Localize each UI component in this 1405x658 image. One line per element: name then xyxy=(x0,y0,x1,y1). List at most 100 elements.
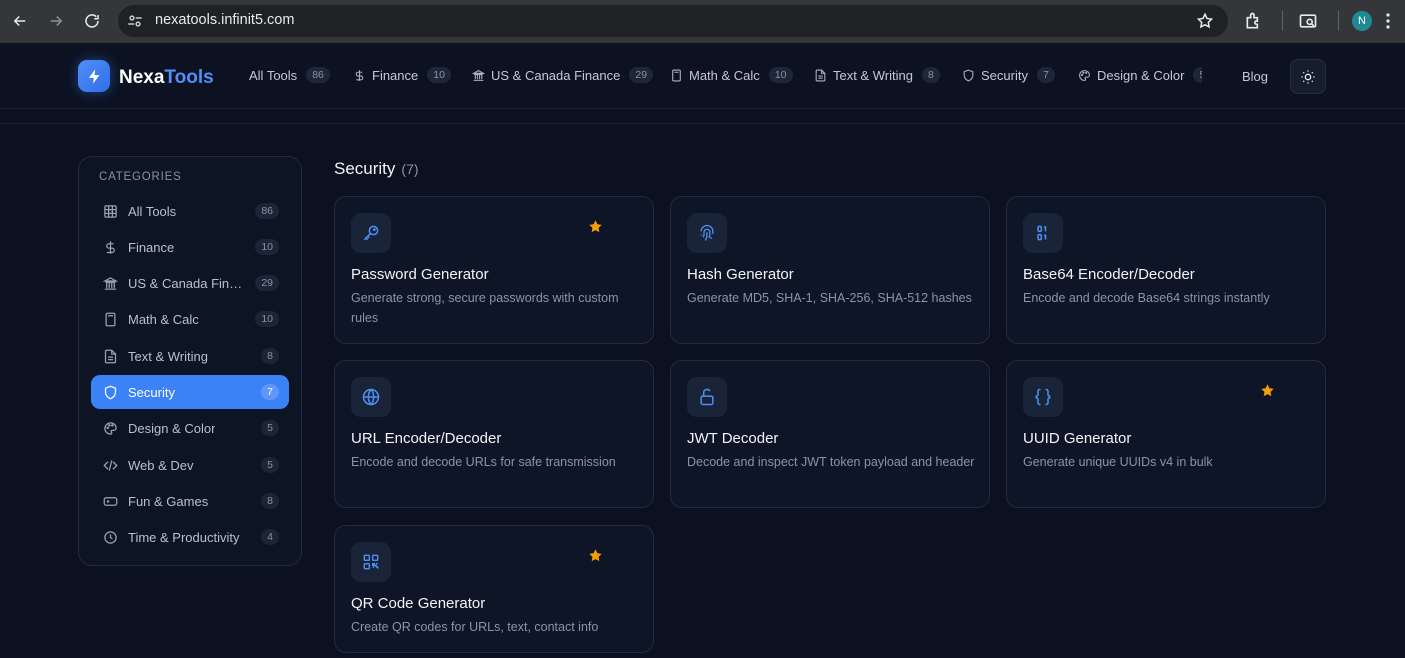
calculator-icon xyxy=(672,69,681,81)
sidebar-item-label: Security xyxy=(128,384,175,400)
sidebar-item-security[interactable]: Security 7 xyxy=(91,375,289,409)
brand-name[interactable]: NexaTools xyxy=(119,67,214,89)
tool-card-description: Generate strong, secure passwords with c… xyxy=(351,291,619,325)
bank-icon xyxy=(472,69,485,81)
sidebar-item-count: 4 xyxy=(261,529,279,545)
tool-card-uuid-generator[interactable]: UUID Generator Generate unique UUIDs v4 … xyxy=(1006,360,1326,508)
sidebar-item-us-canada-finance[interactable]: US & Canada Finan... 29 xyxy=(91,266,289,300)
clock-icon xyxy=(104,530,117,544)
profile-avatar[interactable]: N xyxy=(1352,11,1372,31)
sidebar-item-finance[interactable]: Finance 10 xyxy=(91,230,289,264)
tool-card-description: Encode and decode URLs for safe transmis… xyxy=(351,455,616,469)
back-arrow-icon[interactable] xyxy=(9,10,31,32)
sidebar-item-text-writing[interactable]: Text & Writing 8 xyxy=(91,339,289,373)
site-settings-icon[interactable] xyxy=(126,12,144,30)
globe-icon xyxy=(351,377,391,417)
tool-card-password-generator[interactable]: Password Generator Generate strong, secu… xyxy=(334,196,654,344)
topnav-count: 7 xyxy=(1036,67,1055,83)
topnav-math-calc[interactable]: Math & Calc 10 xyxy=(670,67,793,83)
tool-card-hash-generator[interactable]: Hash Generator Generate MD5, SHA-1, SHA-… xyxy=(670,196,990,344)
tool-card-description: Encode and decode Base64 strings instant… xyxy=(1023,291,1270,305)
topnav-us-canada-finance[interactable]: US & Canada Finance 29 xyxy=(472,67,654,83)
tool-card-title: Base64 Encoder/Decoder xyxy=(1023,266,1195,283)
topnav-design-color[interactable]: Design & Color 5 xyxy=(1078,67,1202,83)
topnav-label: All Tools xyxy=(249,67,298,83)
sidebar-item-count: 7 xyxy=(261,384,279,400)
sidebar-item-all-tools[interactable]: All Tools 86 xyxy=(91,194,289,228)
shield-icon xyxy=(104,385,117,399)
topnav-label: Finance xyxy=(372,67,419,83)
reload-icon[interactable] xyxy=(81,10,103,32)
favorite-star-icon[interactable] xyxy=(1260,383,1275,398)
document-icon xyxy=(815,69,826,81)
fingerprint-icon xyxy=(687,213,727,253)
sidebar-item-count: 10 xyxy=(255,311,279,327)
sidebar-title: CATEGORIES xyxy=(99,171,182,183)
url-text[interactable]: nexatools.infinit5.com xyxy=(155,12,294,28)
topnav-count: 10 xyxy=(427,67,451,83)
address-bar[interactable]: nexatools.infinit5.com xyxy=(118,5,1228,37)
blog-link[interactable]: Blog xyxy=(1242,69,1268,84)
favorite-star-icon[interactable] xyxy=(588,219,603,234)
tool-card-description: Create QR codes for URLs, text, contact … xyxy=(351,620,599,634)
browser-toolbar: nexatools.infinit5.com N xyxy=(0,0,1405,43)
calculator-icon xyxy=(105,312,116,326)
sidebar-item-math-calc[interactable]: Math & Calc 10 xyxy=(91,302,289,336)
brand-name-part2: Tools xyxy=(164,67,214,88)
shield-icon xyxy=(963,69,974,82)
tool-card-title: Password Generator xyxy=(351,266,489,283)
categories-sidebar: CATEGORIES All Tools 86 Finance 10 US & … xyxy=(78,156,302,566)
tool-card-title: QR Code Generator xyxy=(351,595,486,612)
palette-icon xyxy=(1079,69,1090,81)
topnav-text-writing[interactable]: Text & Writing 8 xyxy=(814,67,940,83)
topnav-count: 8 xyxy=(921,67,940,83)
section-title-text: Security xyxy=(334,159,396,178)
tool-card-title: UUID Generator xyxy=(1023,430,1132,447)
page-title: Security (7) xyxy=(334,159,419,179)
logo-lightning-icon[interactable] xyxy=(78,60,110,92)
tool-card-title: Hash Generator xyxy=(687,266,794,283)
tool-card-description: Generate unique UUIDs v4 in bulk xyxy=(1023,455,1213,469)
favorite-star-icon[interactable] xyxy=(588,548,603,563)
qr-code-icon xyxy=(351,542,391,582)
topnav-finance[interactable]: Finance 10 xyxy=(353,67,451,83)
sidebar-item-fun-games[interactable]: Fun & Games 8 xyxy=(91,484,289,518)
dollar-icon xyxy=(355,69,364,81)
divider xyxy=(0,123,1405,124)
sidebar-item-design-color[interactable]: Design & Color 5 xyxy=(91,411,289,445)
tool-card-jwt-decoder[interactable]: JWT Decoder Decode and inspect JWT token… xyxy=(670,360,990,508)
section-count: (7) xyxy=(401,161,419,177)
topnav-all-tools[interactable]: All Tools 86 xyxy=(249,67,330,83)
toolbar-divider xyxy=(1282,11,1283,31)
screen-search-icon[interactable] xyxy=(1298,11,1318,31)
sidebar-item-time-productivity[interactable]: Time & Productivity 4 xyxy=(91,520,289,554)
topnav-overflow-clip: Design & Color 5 xyxy=(1070,61,1202,91)
toolbar-divider xyxy=(1338,11,1339,31)
extensions-icon[interactable] xyxy=(1244,11,1264,31)
topnav-count: 10 xyxy=(768,67,793,83)
tool-card-description: Generate MD5, SHA-1, SHA-256, SHA-512 ha… xyxy=(687,291,972,305)
palette-icon xyxy=(104,421,117,435)
gamepad-icon xyxy=(103,496,118,506)
bookmark-star-icon[interactable] xyxy=(1196,12,1214,30)
sidebar-item-count: 10 xyxy=(255,239,279,255)
tool-card-base64[interactable]: Base64 Encoder/Decoder Encode and decode… xyxy=(1006,196,1326,344)
unlock-icon xyxy=(687,377,727,417)
sidebar-item-label: Web & Dev xyxy=(128,457,194,473)
site-header: NexaTools All Tools 86 Finance 10 US & Can… xyxy=(0,43,1405,109)
binary-icon xyxy=(1023,213,1063,253)
sidebar-item-web-dev[interactable]: Web & Dev 5 xyxy=(91,448,289,482)
topnav-security[interactable]: Security 7 xyxy=(962,67,1055,83)
tool-card-qr-code-generator[interactable]: QR Code Generator Create QR codes for UR… xyxy=(334,525,654,653)
sidebar-item-count: 8 xyxy=(261,348,279,364)
dollar-icon xyxy=(106,240,115,254)
topnav-label: Design & Color xyxy=(1097,67,1185,83)
browser-menu-icon[interactable] xyxy=(1385,12,1391,30)
tool-card-url-encoder[interactable]: URL Encoder/Decoder Encode and decode UR… xyxy=(334,360,654,508)
topnav-label: US & Canada Finance xyxy=(491,67,621,83)
forward-arrow-icon[interactable] xyxy=(45,10,67,32)
theme-toggle-button[interactable] xyxy=(1290,59,1326,94)
brand-name-part1: Nexa xyxy=(119,67,165,88)
topnav-label: Text & Writing xyxy=(833,67,913,83)
tool-card-title: URL Encoder/Decoder xyxy=(351,430,502,447)
